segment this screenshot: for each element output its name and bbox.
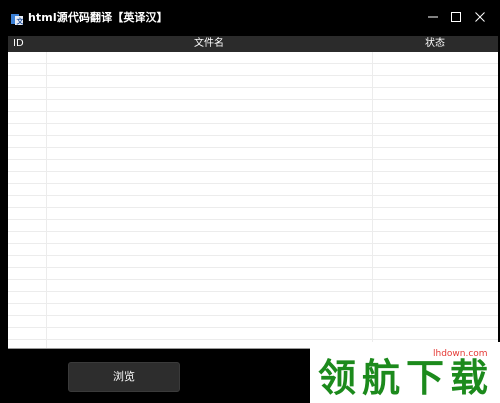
window-title: html源代码翻译【英译汉】 <box>28 11 168 24</box>
file-table[interactable]: ID 文件名 状态 <box>8 36 498 349</box>
table-header: ID 文件名 状态 <box>8 36 498 52</box>
close-icon <box>475 12 485 22</box>
column-header-id[interactable]: ID <box>13 36 24 52</box>
svg-text:文: 文 <box>17 17 24 26</box>
browse-button[interactable]: 浏览 <box>68 362 180 392</box>
minimize-icon <box>428 16 438 18</box>
watermark-logo: 领航下载 <box>318 356 495 400</box>
column-header-filename[interactable]: 文件名 <box>46 36 372 52</box>
title-bar[interactable]: 文 html源代码翻译【英译汉】 <box>0 0 500 34</box>
app-window: 文 html源代码翻译【英译汉】 ID 文件名 状态 浏览 lhdown.com… <box>0 0 500 403</box>
close-button[interactable] <box>470 7 490 27</box>
minimize-button[interactable] <box>423 7 443 27</box>
maximize-icon <box>451 12 461 22</box>
maximize-button[interactable] <box>446 7 466 27</box>
table-body[interactable] <box>8 52 498 349</box>
column-header-status[interactable]: 状态 <box>372 36 498 52</box>
column-divider <box>46 52 47 349</box>
app-icon: 文 <box>11 10 25 26</box>
column-divider <box>372 52 373 349</box>
